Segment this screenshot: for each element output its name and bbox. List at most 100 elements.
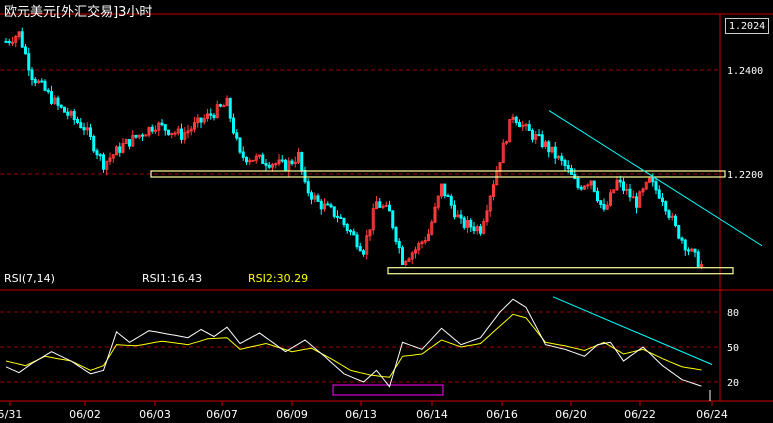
candle-body xyxy=(128,139,131,147)
candle-body xyxy=(251,159,255,162)
x-tick-label: 06/02 xyxy=(69,408,101,421)
candle-body xyxy=(66,111,70,116)
candle-body xyxy=(219,104,222,107)
candle-body xyxy=(524,124,528,127)
current-price-box: 1.2024 xyxy=(725,18,769,34)
candle-body xyxy=(462,217,466,228)
candle-body xyxy=(43,80,47,91)
x-tick-label: 06/09 xyxy=(276,408,308,421)
candle-body xyxy=(696,251,700,267)
candle-body xyxy=(300,151,304,171)
rsi1-value: RSI1:16.43 xyxy=(142,272,203,285)
candle-body xyxy=(46,89,50,93)
candle-body xyxy=(602,203,606,210)
candle-body xyxy=(98,154,102,157)
candle-body xyxy=(677,225,681,239)
candle-body xyxy=(693,248,697,253)
candle-body xyxy=(163,124,167,131)
candle-body xyxy=(27,53,31,71)
candle-body xyxy=(397,240,401,249)
candle-body xyxy=(664,201,668,212)
candle-body xyxy=(622,181,625,191)
candle-body xyxy=(352,231,356,236)
candle-body xyxy=(339,216,343,220)
candle-body xyxy=(72,111,76,120)
forex-chart: 1.2400 1.2200 80 50 20 5/31 06/02 06/03 06/07 06/… xyxy=(0,13,773,421)
candle-body xyxy=(394,227,398,242)
candle-body xyxy=(355,234,359,248)
candle-body xyxy=(657,189,661,199)
candle-body xyxy=(89,127,92,138)
candle-body xyxy=(446,195,450,198)
candle-body xyxy=(537,134,541,137)
candle-body xyxy=(199,117,203,123)
candle-body xyxy=(303,169,307,183)
candle-body xyxy=(563,159,567,166)
x-tick-label: 06/13 xyxy=(345,408,377,421)
price-tick-label: 1.2400 xyxy=(727,66,763,77)
candle-body xyxy=(345,223,349,231)
candle-body xyxy=(443,183,447,197)
candle-body xyxy=(280,159,284,162)
candle-body xyxy=(160,122,164,126)
candle-body xyxy=(592,180,596,192)
candle-body xyxy=(576,178,580,188)
rsi-tick-label: 80 xyxy=(727,308,739,319)
candle-body xyxy=(82,127,86,131)
candle-body xyxy=(274,163,278,166)
candle-body xyxy=(310,192,313,200)
candle-body xyxy=(209,113,213,116)
candle-body xyxy=(596,190,599,202)
candle-body xyxy=(212,114,216,119)
x-tick-label: 06/22 xyxy=(624,408,656,421)
x-tick-label: 5/31 xyxy=(0,408,22,421)
candle-body xyxy=(518,121,521,128)
candle-body xyxy=(661,197,664,203)
candle-body xyxy=(141,134,144,137)
candle-body xyxy=(241,151,245,158)
x-tick-label: 06/07 xyxy=(206,408,238,421)
candle-body xyxy=(683,239,687,251)
candle-body xyxy=(7,41,11,44)
candle-body xyxy=(514,116,518,123)
candle-body xyxy=(401,247,404,265)
candle-body xyxy=(235,132,239,139)
rsi-highlight-box xyxy=(332,384,444,396)
candle-body xyxy=(674,215,677,227)
candle-body xyxy=(76,118,79,124)
rsi-tick-label: 50 xyxy=(727,343,739,354)
candle-body xyxy=(306,181,310,194)
candle-body xyxy=(79,122,83,129)
candle-body xyxy=(547,141,551,153)
rsi2-line xyxy=(5,313,702,378)
candle-body xyxy=(267,164,271,168)
candle-body xyxy=(232,117,235,134)
candle-body xyxy=(63,106,66,113)
candle-body xyxy=(134,134,138,138)
candle-body xyxy=(453,204,456,218)
candle-body xyxy=(479,226,482,234)
candle-body xyxy=(362,250,365,255)
axis-labels: 1.2400 1.2200 80 50 20 5/31 06/02 06/03 06/07 06/… xyxy=(0,66,763,421)
candle-body xyxy=(667,210,671,218)
candlestick-series xyxy=(4,27,703,270)
candle-body xyxy=(118,146,122,153)
x-tick-label: 06/03 xyxy=(139,408,171,421)
candle-body xyxy=(553,146,557,159)
candle-body xyxy=(326,203,330,206)
candle-body xyxy=(654,181,658,191)
rsi-tick-label: 20 xyxy=(727,378,739,389)
candle-body xyxy=(336,215,339,218)
candle-body xyxy=(560,155,564,161)
candle-body xyxy=(154,129,157,132)
candle-body xyxy=(316,195,320,202)
candle-body xyxy=(102,154,105,170)
candle-body xyxy=(631,196,635,199)
candle-body xyxy=(180,128,183,140)
candle-body xyxy=(4,40,8,43)
candle-body xyxy=(290,160,294,165)
x-tick-label: 06/20 xyxy=(555,408,587,421)
candle-body xyxy=(150,126,154,132)
candle-body xyxy=(24,46,27,55)
candle-body xyxy=(391,210,395,229)
